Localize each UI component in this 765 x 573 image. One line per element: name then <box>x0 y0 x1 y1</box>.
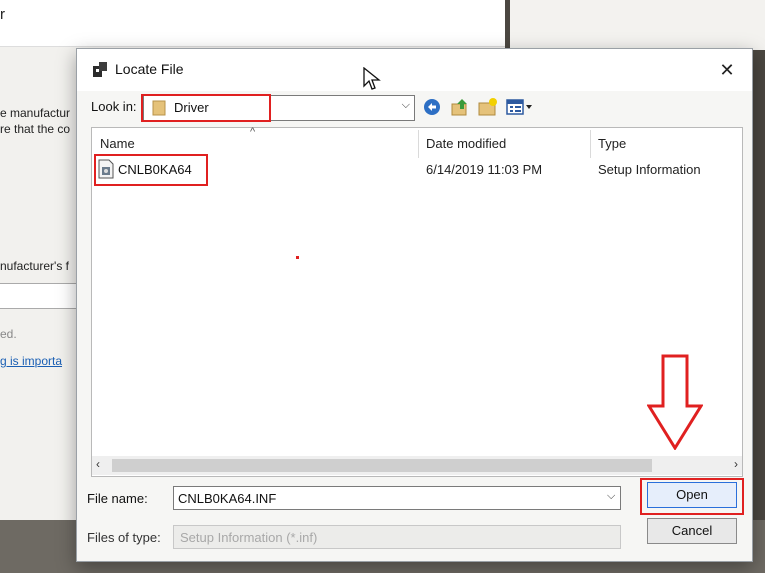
scrollbar-thumb[interactable] <box>112 459 652 472</box>
file-name-input[interactable] <box>173 486 621 510</box>
folder-icon <box>152 100 166 116</box>
background-text-line: re that the co <box>0 122 71 136</box>
file-date-modified: 6/14/2019 11:03 PM <box>426 162 543 177</box>
background-link[interactable]: g is importa <box>0 354 62 368</box>
horizontal-scrollbar[interactable]: ‹ › <box>92 456 742 475</box>
column-header-type[interactable]: Type <box>598 136 626 151</box>
close-button[interactable]: ✕ <box>714 59 740 81</box>
files-of-type-label: Files of type: <box>87 530 161 545</box>
file-type: Setup Information <box>598 162 701 177</box>
column-header-date-modified[interactable]: Date modified <box>426 136 506 151</box>
sort-ascending-icon: ^ <box>250 126 256 138</box>
locate-file-dialog: Locate File ✕ Look in: Driver ⌵ Name ^ D… <box>76 48 753 562</box>
cancel-button[interactable]: Cancel <box>647 518 737 544</box>
look-in-value: Driver <box>174 100 209 115</box>
background-title: r <box>0 6 5 23</box>
chevron-down-icon[interactable]: ⌵ <box>607 490 615 503</box>
red-dot-marker <box>296 256 299 259</box>
open-button[interactable]: Open <box>647 482 737 508</box>
file-list[interactable]: Name ^ Date modified Type CNLB0KA64 6/14… <box>91 126 743 477</box>
scroll-right-icon[interactable]: › <box>734 457 738 471</box>
look-in-dropdown[interactable]: Driver ⌵ <box>143 95 415 121</box>
background-titlebar: r <box>0 0 505 47</box>
files-of-type-dropdown[interactable]: Setup Information (*.inf) <box>173 525 621 549</box>
view-menu-icon[interactable] <box>505 96 535 118</box>
back-icon[interactable] <box>421 96 443 118</box>
chevron-down-icon: ⌵ <box>401 99 410 111</box>
files-of-type-value: Setup Information (*.inf) <box>180 530 318 545</box>
mouse-cursor-icon <box>363 67 381 90</box>
locate-file-icon <box>93 62 107 77</box>
dialog-title: Locate File <box>115 61 184 77</box>
background-input <box>0 283 81 309</box>
scroll-left-icon[interactable]: ‹ <box>96 457 100 471</box>
up-folder-icon[interactable] <box>449 96 471 118</box>
background-text-line: e manufactur <box>0 106 71 120</box>
background-text-line: nufacturer's f <box>0 259 69 273</box>
background-window-right <box>510 0 765 50</box>
dialog-titlebar: Locate File ✕ <box>77 49 752 91</box>
column-header-name[interactable]: Name <box>100 136 135 151</box>
new-folder-icon[interactable] <box>477 96 499 118</box>
column-divider[interactable] <box>590 130 591 158</box>
file-name: CNLB0KA64 <box>118 162 192 177</box>
look-in-label: Look in: <box>91 99 137 114</box>
column-divider[interactable] <box>418 130 419 158</box>
file-name-label: File name: <box>87 491 148 506</box>
inf-file-icon <box>98 159 114 179</box>
background-text-line: ed. <box>0 327 17 341</box>
